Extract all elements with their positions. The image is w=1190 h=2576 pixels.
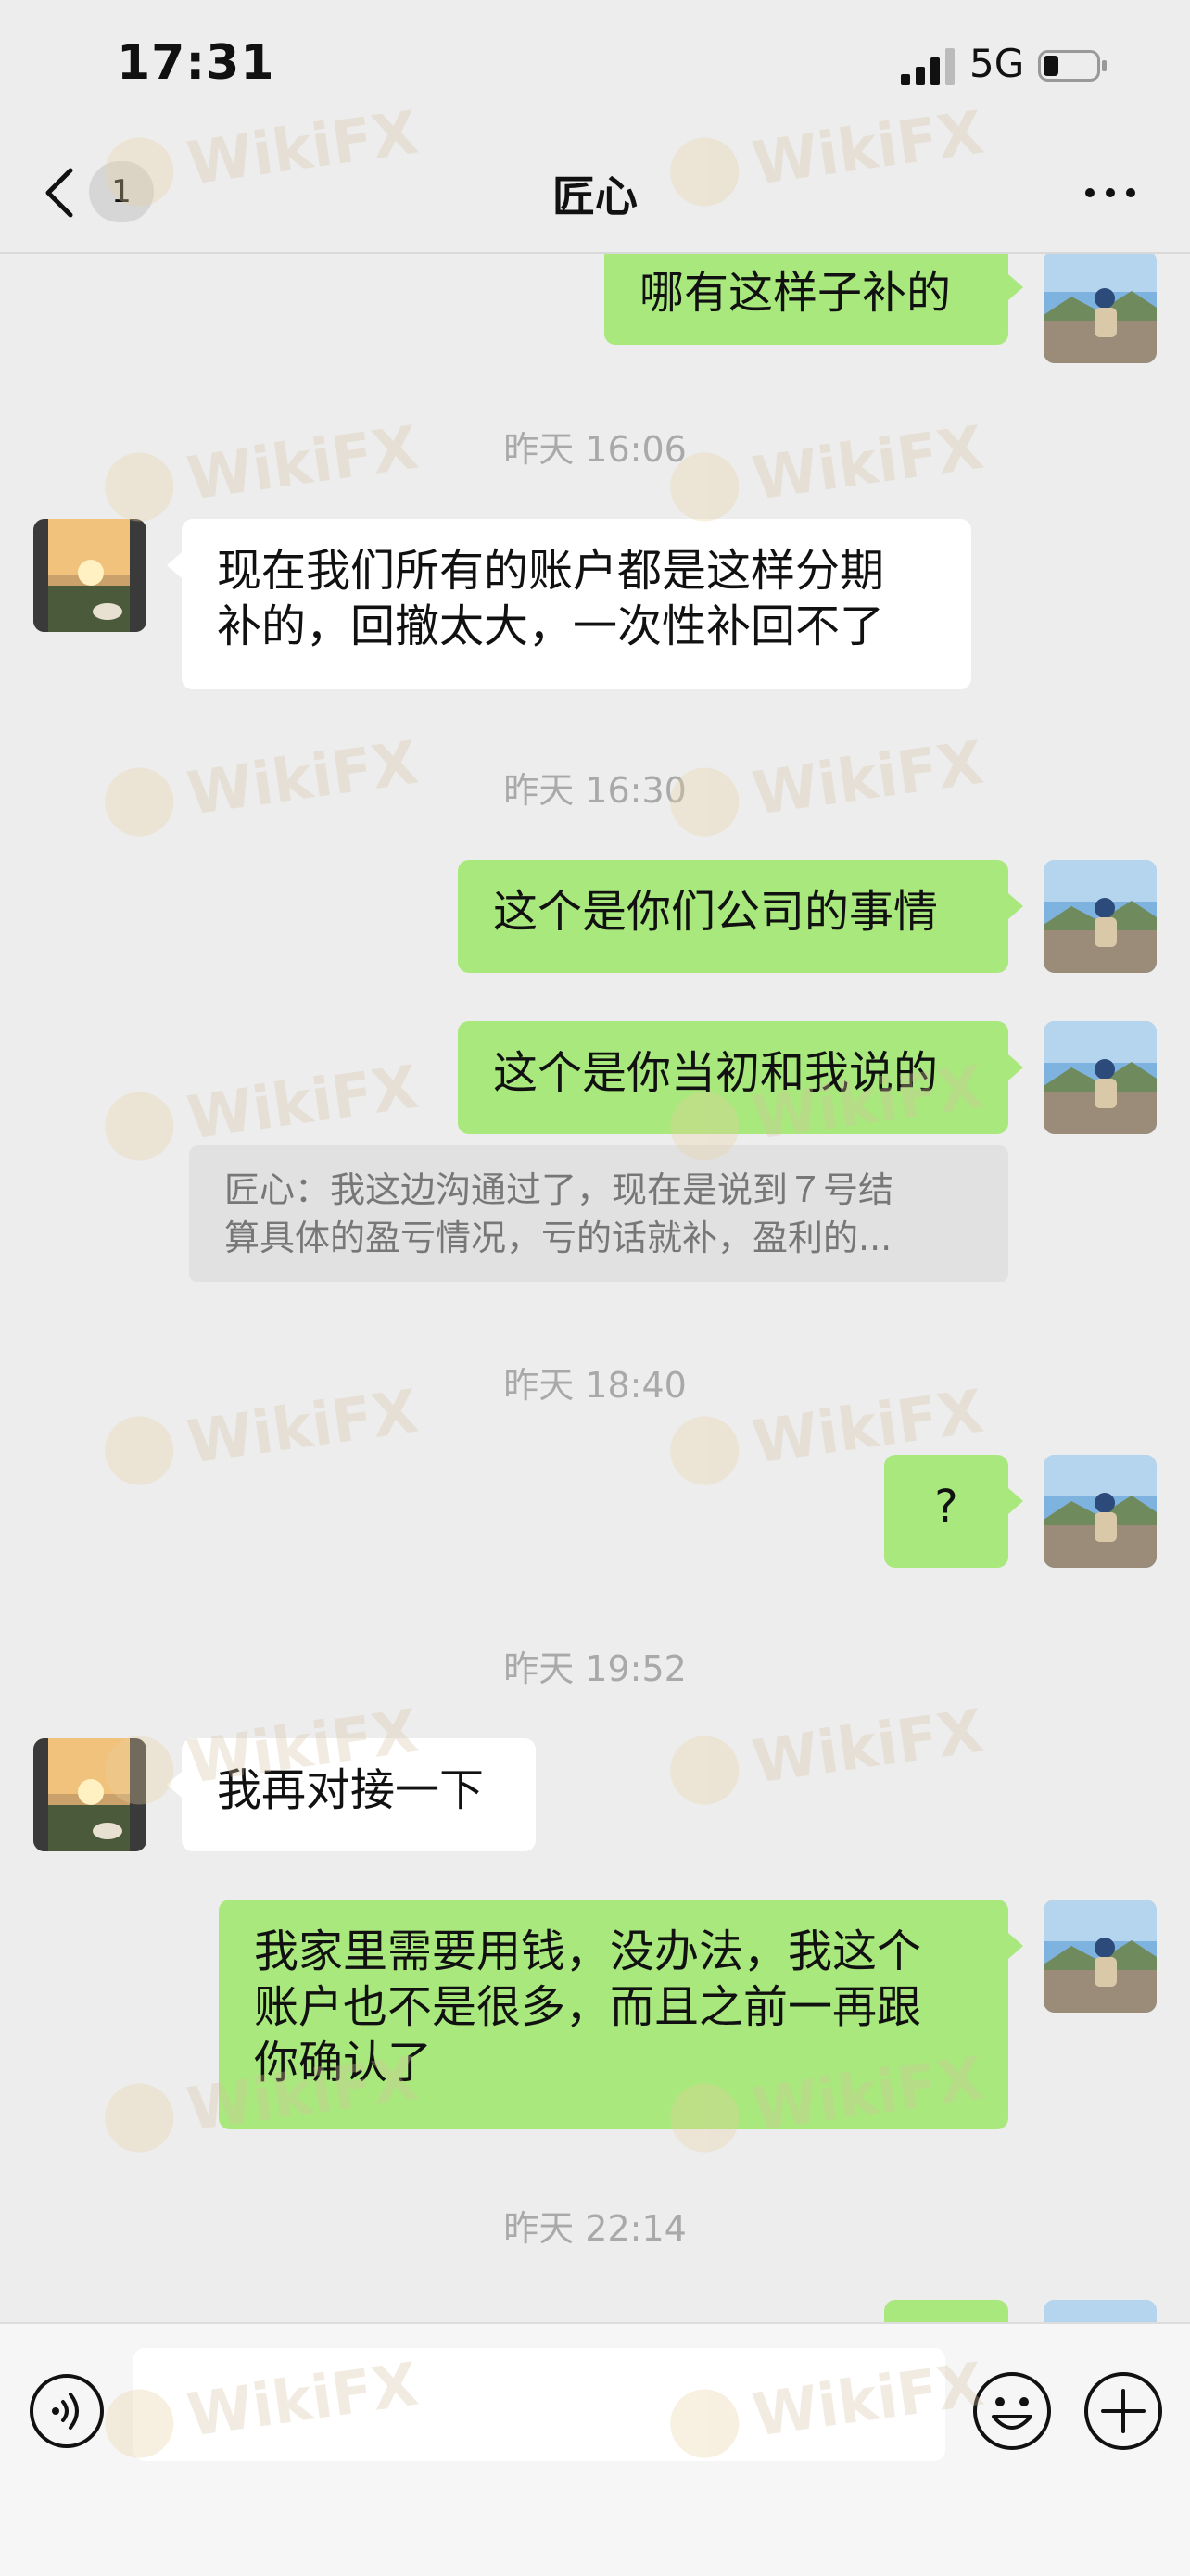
self-avatar[interactable]: [1044, 1900, 1157, 2013]
nav-bar: 1 匠心: [0, 130, 1190, 254]
message-text: 我再对接一下: [217, 1764, 485, 1816]
quoted-reply[interactable]: 匠心：我这边沟通过了，现在是说到７号结 算具体的盈亏情况，亏的话就补，盈利的..…: [189, 1145, 1008, 1282]
message-bubble-outgoing[interactable]: 我家里需要用钱，没办法，我这个 账户也不是很多，而且之前一再跟 你确认了: [219, 1900, 1023, 2129]
battery-icon: [1038, 50, 1107, 82]
plus-icon[interactable]: [1082, 2370, 1164, 2452]
self-avatar[interactable]: [1044, 2300, 1157, 2322]
timestamp: 昨天 19:52: [503, 1648, 687, 1689]
network-type: 5G: [969, 41, 1025, 86]
message-bubble-incoming[interactable]: 我再对接一下: [167, 1738, 536, 1851]
quote-text-line: 匠心：我这边沟通过了，现在是说到７号结: [224, 1169, 894, 1210]
self-avatar[interactable]: [1044, 860, 1157, 973]
message-bubble-outgoing[interactable]: ?: [884, 1455, 1023, 1568]
message-text: 这个是你们公司的事情: [493, 886, 939, 938]
timestamp: 昨天 22:14: [503, 2208, 687, 2249]
message-text-line: 账户也不是很多，而且之前一再跟: [254, 1981, 922, 2033]
self-avatar[interactable]: [1044, 1021, 1157, 1134]
message-bubble-outgoing[interactable]: 这个是你当初和我说的: [458, 1021, 1023, 1134]
peer-avatar[interactable]: [33, 1738, 146, 1851]
status-bar: 17:31 5G: [0, 0, 1190, 130]
timestamp: 昨天 16:30: [503, 770, 687, 811]
self-avatar[interactable]: [1044, 1455, 1157, 1568]
message-text: 这个是你当初和我说的: [493, 1047, 939, 1099]
message-bubble-incoming[interactable]: 现在我们所有的账户都是这样分期 补的，回撤太大，一次性补回不了: [167, 519, 971, 689]
message-input[interactable]: [133, 2348, 945, 2461]
message-text: 哪有这样子补的: [639, 267, 952, 319]
message-text-line: 你确认了: [254, 2037, 433, 2089]
quote-text-line: 算具体的盈亏情况，亏的话就补，盈利的...: [224, 1218, 892, 1258]
message-bubble-outgoing[interactable]: [884, 2300, 1008, 2322]
peer-avatar[interactable]: [33, 519, 146, 632]
emoji-icon[interactable]: [971, 2370, 1053, 2452]
self-avatar[interactable]: [1044, 254, 1157, 363]
chat-title: 匠心: [552, 171, 638, 221]
message-bubble-outgoing[interactable]: 哪有这样子补的: [604, 254, 1023, 345]
message-text: ?: [934, 1481, 958, 1533]
voice-icon[interactable]: [28, 2372, 106, 2450]
timestamp: 昨天 16:06: [503, 429, 687, 470]
more-icon[interactable]: [1082, 174, 1138, 211]
timestamp: 昨天 18:40: [503, 1365, 687, 1406]
input-bar: [0, 2322, 1190, 2576]
message-bubble-outgoing[interactable]: 这个是你们公司的事情: [458, 860, 1023, 973]
signal-icon: [901, 48, 955, 85]
chat-area[interactable]: 哪有这样子补的 昨天 16:06 现在我们所有的账户都是这样分期 补的，回撤太大…: [0, 254, 1190, 2322]
status-time: 17:31: [117, 35, 275, 91]
message-text-line: 现在我们所有的账户都是这样分期: [217, 545, 885, 597]
message-text-line: 我家里需要用钱，没办法，我这个: [254, 1926, 922, 1977]
message-text-line: 补的，回撤太大，一次性补回不了: [217, 600, 885, 652]
